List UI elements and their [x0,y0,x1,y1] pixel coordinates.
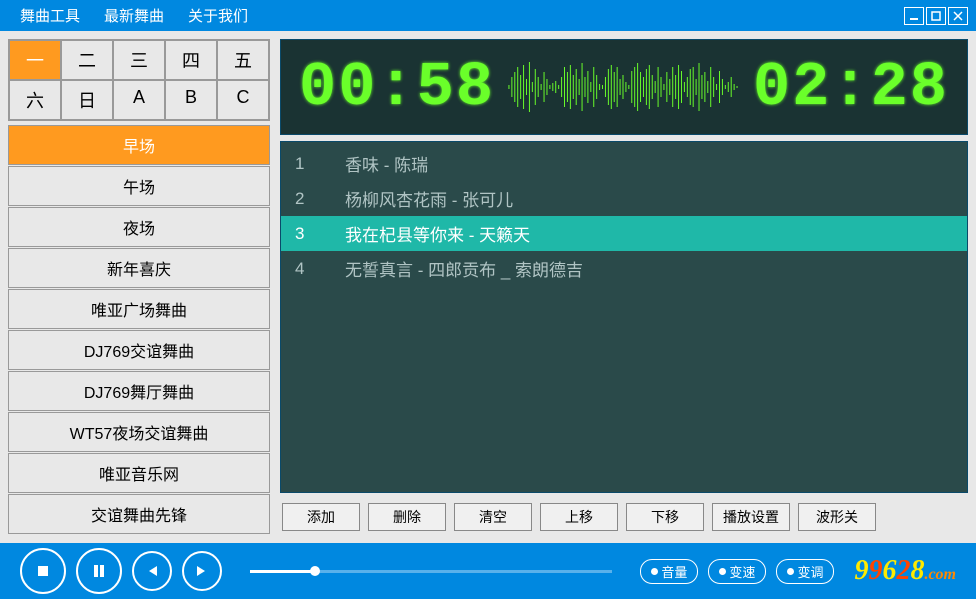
menu-tools[interactable]: 舞曲工具 [8,5,92,26]
playlist-row[interactable]: 1香味 - 陈瑞 [281,146,967,181]
time-total: 02:28 [753,52,949,123]
titlebar: 舞曲工具 最新舞曲 关于我们 [0,0,976,31]
menu-about[interactable]: 关于我们 [176,5,260,26]
playlist-num: 4 [295,259,345,279]
playlist-row[interactable]: 4无誓真言 - 四郎贡布 _ 索朗德吉 [281,251,967,286]
tab-日[interactable]: 日 [61,80,113,120]
category-item[interactable]: 唯亚音乐网 [8,453,270,493]
progress-slider[interactable] [250,570,612,573]
tab-四[interactable]: 四 [165,40,217,80]
action-buttons: 添加 删除 清空 上移 下移 播放设置 波形关 [280,499,968,535]
pause-button[interactable] [76,548,122,594]
tab-二[interactable]: 二 [61,40,113,80]
category-item[interactable]: WT57夜场交谊舞曲 [8,412,270,452]
tab-五[interactable]: 五 [217,40,269,80]
volume-button[interactable]: 音量 [640,559,698,584]
speed-button[interactable]: 变速 [708,559,766,584]
tab-三[interactable]: 三 [113,40,165,80]
movedown-button[interactable]: 下移 [626,503,704,531]
clear-button[interactable]: 清空 [454,503,532,531]
playlist-num: 3 [295,224,345,244]
logo: 99628.com [854,555,956,587]
display-panel: 00:58 02:28 [280,39,968,135]
playsettings-button[interactable]: 播放设置 [712,503,790,531]
category-item[interactable]: 夜场 [8,207,270,247]
delete-button[interactable]: 删除 [368,503,446,531]
category-item[interactable]: 早场 [8,125,270,165]
menu-latest[interactable]: 最新舞曲 [92,5,176,26]
category-list: 早场午场夜场新年喜庆唯亚广场舞曲DJ769交谊舞曲DJ769舞厅舞曲WT57夜场… [8,125,270,535]
category-item[interactable]: 唯亚广场舞曲 [8,289,270,329]
tab-六[interactable]: 六 [9,80,61,120]
close-button[interactable] [948,7,968,25]
add-button[interactable]: 添加 [282,503,360,531]
waveform [507,57,741,117]
tab-B[interactable]: B [165,80,217,120]
stop-button[interactable] [20,548,66,594]
sidebar: 一二三四五六日ABC 早场午场夜场新年喜庆唯亚广场舞曲DJ769交谊舞曲DJ76… [8,39,270,535]
minimize-button[interactable] [904,7,924,25]
playlist-num: 1 [295,154,345,174]
tab-A[interactable]: A [113,80,165,120]
category-item[interactable]: DJ769舞厅舞曲 [8,371,270,411]
playlist-title: 香味 - 陈瑞 [345,151,953,176]
waveoff-button[interactable]: 波形关 [798,503,876,531]
pitch-button[interactable]: 变调 [776,559,834,584]
category-item[interactable]: 新年喜庆 [8,248,270,288]
moveup-button[interactable]: 上移 [540,503,618,531]
playlist-num: 2 [295,189,345,209]
playbar: 音量 变速 变调 99628.com [0,543,976,599]
category-item[interactable]: 交谊舞曲先锋 [8,494,270,534]
playlist-title: 杨柳风杏花雨 - 张可儿 [345,186,953,211]
playlist-row[interactable]: 3我在杞县等你来 - 天籁天 [281,216,967,251]
time-elapsed: 00:58 [299,52,495,123]
tabs-grid: 一二三四五六日ABC [8,39,270,121]
tab-C[interactable]: C [217,80,269,120]
category-item[interactable]: 午场 [8,166,270,206]
playlist: 1香味 - 陈瑞2杨柳风杏花雨 - 张可儿3我在杞县等你来 - 天籁天4无誓真言… [280,141,968,493]
playlist-title: 我在杞县等你来 - 天籁天 [345,221,953,246]
prev-button[interactable] [132,551,172,591]
next-button[interactable] [182,551,222,591]
playlist-title: 无誓真言 - 四郎贡布 _ 索朗德吉 [345,256,953,281]
tab-一[interactable]: 一 [9,40,61,80]
playlist-row[interactable]: 2杨柳风杏花雨 - 张可儿 [281,181,967,216]
category-item[interactable]: DJ769交谊舞曲 [8,330,270,370]
maximize-button[interactable] [926,7,946,25]
